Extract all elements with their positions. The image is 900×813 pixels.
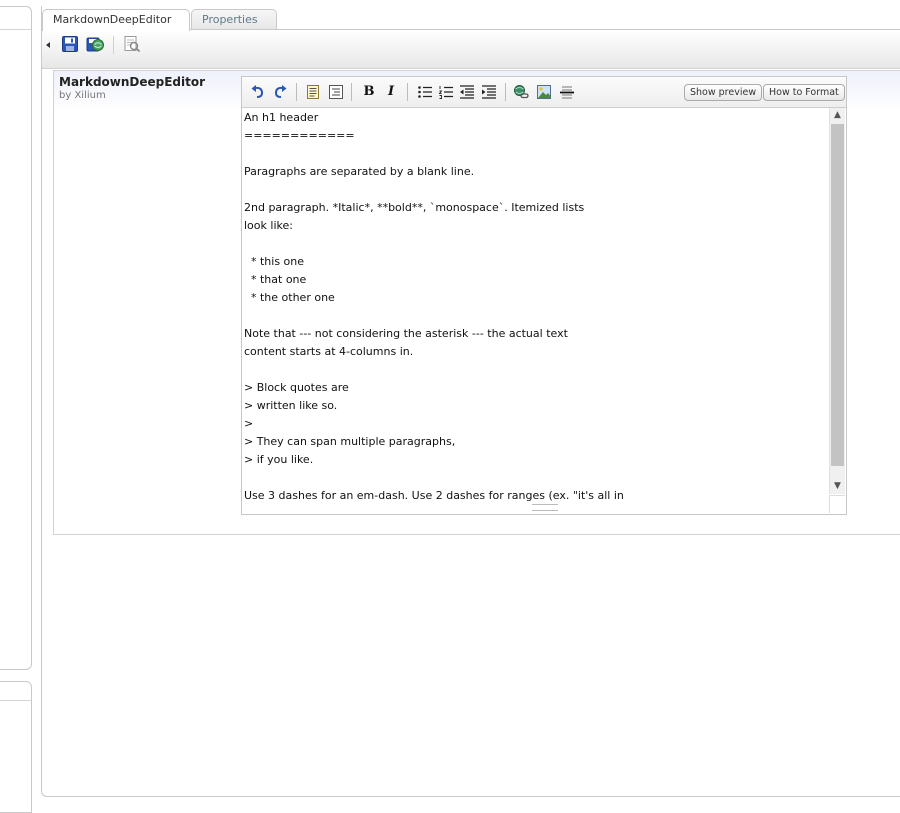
indent-icon[interactable] xyxy=(481,84,497,100)
tab-markdowndeepeditor[interactable]: MarkdownDeepEditor xyxy=(42,9,190,31)
resize-corner-icon[interactable] xyxy=(829,495,845,513)
heading-icon[interactable] xyxy=(305,84,321,100)
markdown-editor: B I Show preview How to Format An h1 hea… xyxy=(241,76,847,515)
left-panel xyxy=(0,6,32,670)
scrollbar-thumb[interactable] xyxy=(831,124,844,466)
property-byline: by Xilium xyxy=(59,90,106,101)
link-icon[interactable] xyxy=(513,84,529,100)
code-block-icon[interactable] xyxy=(328,84,344,100)
tab-properties[interactable]: Properties xyxy=(191,9,277,30)
property-panel: MarkdownDeepEditor by Xilium B I Show pr… xyxy=(53,70,900,535)
undo-icon[interactable] xyxy=(250,84,266,100)
save-icon[interactable] xyxy=(61,35,79,53)
editor-scrollbar[interactable]: ▲ ▼ xyxy=(829,108,845,494)
scroll-up-icon[interactable]: ▲ xyxy=(830,108,845,123)
scroll-down-icon[interactable]: ▼ xyxy=(830,479,845,494)
content-area: MarkdownDeepEditor Properties MarkdownDe… xyxy=(41,6,900,797)
markdown-textarea[interactable]: An h1 header ============ Paragraphs are… xyxy=(244,109,828,507)
bold-icon[interactable]: B xyxy=(361,84,377,100)
left-panel-lower xyxy=(0,681,32,813)
image-icon[interactable] xyxy=(536,84,552,100)
collapse-arrow-icon[interactable] xyxy=(46,42,50,48)
redo-icon[interactable] xyxy=(272,84,288,100)
preview-icon[interactable] xyxy=(123,35,141,53)
save-and-publish-icon[interactable] xyxy=(86,35,104,53)
document-toolbar xyxy=(42,30,900,69)
resize-grip-icon[interactable] xyxy=(532,504,558,511)
bullet-list-icon[interactable] xyxy=(417,84,433,100)
horizontal-rule-icon[interactable] xyxy=(559,84,575,100)
italic-icon[interactable]: I xyxy=(383,84,399,100)
property-title: MarkdownDeepEditor xyxy=(59,75,206,89)
how-to-format-button[interactable]: How to Format xyxy=(763,84,845,101)
editor-toolbar: B I Show preview How to Format xyxy=(242,77,846,108)
numbered-list-icon[interactable] xyxy=(438,84,454,100)
show-preview-button[interactable]: Show preview xyxy=(684,84,763,101)
outdent-icon[interactable] xyxy=(459,84,475,100)
